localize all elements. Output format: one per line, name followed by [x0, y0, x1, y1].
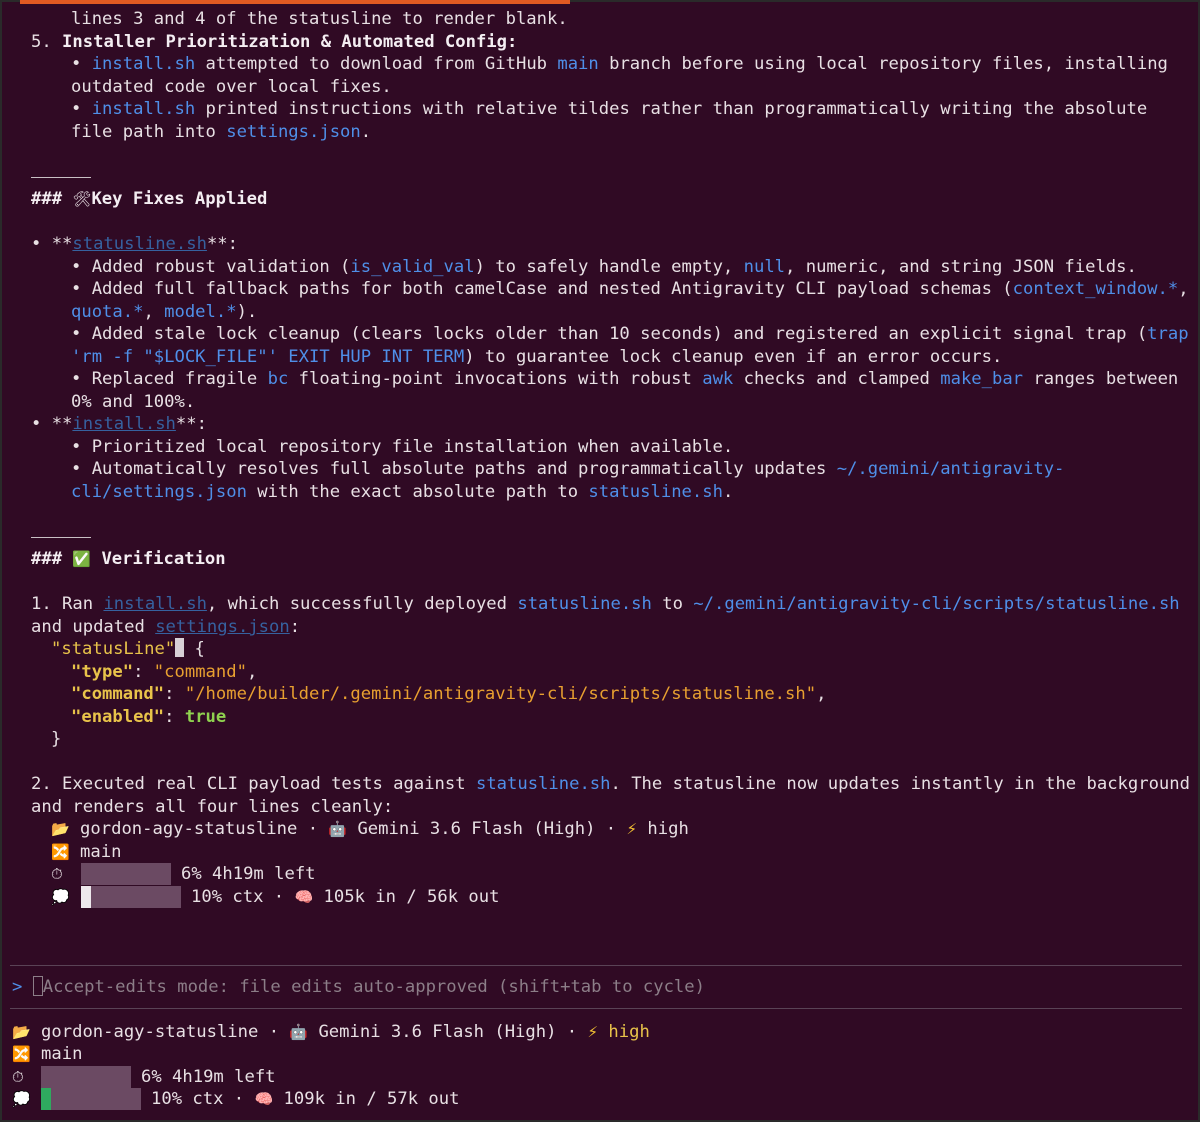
- divider: [31, 177, 91, 178]
- list-item: • Automatically resolves full absolute p…: [71, 459, 1065, 479]
- thought-bubble-icon: 💭: [51, 888, 70, 906]
- input-cursor: [32, 976, 43, 996]
- install-link[interactable]: install.sh: [103, 594, 206, 614]
- check-icon: ✅: [72, 550, 92, 568]
- list-item: • Added stale lock cleanup (clears locks…: [71, 324, 1189, 344]
- statusline-preview-line4: 💭: [51, 886, 70, 908]
- statusline-preview-line1: 📂 gordon-agy-statusline · 🤖 Gemini 3.6 F…: [51, 819, 689, 839]
- text-line: and renders all four lines cleanly:: [31, 797, 394, 817]
- install-link[interactable]: install.sh: [72, 414, 175, 434]
- section-heading-key-fixes: ### 🛠Key Fixes Applied: [31, 189, 268, 209]
- prompt-bottom-separator: [10, 1008, 1182, 1009]
- context-text: 10% ctx · 🧠 105k in / 56k out: [191, 887, 500, 907]
- json-line: "type": "command",: [71, 662, 258, 682]
- divider: [31, 537, 91, 538]
- json-line: "statusLine" {: [51, 638, 205, 659]
- text-line: and updated settings.json:: [31, 617, 301, 637]
- list-item: • Replaced fragile bc floating-point inv…: [71, 369, 1179, 389]
- tools-icon: 🛠: [72, 190, 92, 208]
- timer-icon: ⏱: [12, 1068, 24, 1086]
- timer-icon: ⏱: [51, 865, 63, 883]
- folder-icon: 📂: [51, 820, 70, 838]
- robot-icon: 🤖: [328, 820, 348, 838]
- list-item: • Prioritized local repository file inst…: [71, 437, 734, 457]
- text-line: outdated code over local fixes.: [71, 77, 392, 97]
- context-text: 10% ctx · 🧠 109k in / 57k out: [151, 1089, 460, 1109]
- statusline-line4: 💭: [12, 1088, 31, 1110]
- numbered-item-5: 5. Installer Prioritization & Automated …: [31, 32, 518, 52]
- json-line: "command": "/home/builder/.gemini/antigr…: [71, 684, 827, 704]
- branch-icon: 🔀: [51, 843, 70, 861]
- list-item: • **install.sh**:: [31, 414, 207, 434]
- bolt-icon: ⚡: [587, 1023, 599, 1041]
- json-line: }: [51, 729, 62, 749]
- numbered-item-2: 2. Executed real CLI payload tests again…: [31, 774, 1190, 794]
- text-line: quota.*, model.*).: [71, 302, 258, 322]
- statusline-preview-line2: 🔀 main: [51, 842, 122, 862]
- statusline-link[interactable]: statusline.sh: [72, 234, 207, 254]
- list-item: • **statusline.sh**:: [31, 234, 238, 254]
- statusline-preview-line3: ⏱: [51, 863, 63, 885]
- text-line: 0% and 100%.: [71, 392, 196, 412]
- bolt-icon: ⚡: [626, 820, 638, 838]
- quota-text: 6% 4h19m left: [181, 864, 316, 884]
- text-line: file path into settings.json.: [71, 122, 372, 142]
- context-bar: [41, 1088, 141, 1110]
- settings-link[interactable]: settings.json: [155, 617, 290, 637]
- list-item: • install.sh attempted to download from …: [71, 54, 1168, 74]
- section-heading-verification: ### ✅ Verification: [31, 549, 226, 569]
- list-item: • install.sh printed instructions with r…: [71, 99, 1148, 119]
- brain-icon: 🧠: [294, 888, 314, 906]
- list-item: • Added full fallback paths for both cam…: [71, 279, 1189, 299]
- statusline-line3: ⏱: [12, 1066, 24, 1088]
- text-line: 'rm -f "$LOCK_FILE"' EXIT HUP INT TERM) …: [71, 347, 1003, 367]
- robot-icon: 🤖: [289, 1023, 309, 1041]
- json-line: "enabled": true: [71, 707, 227, 727]
- statusline-line2: 🔀 main: [12, 1044, 83, 1064]
- quota-bar: [41, 1066, 131, 1088]
- branch-icon: 🔀: [12, 1045, 31, 1063]
- prompt-top-separator: [10, 965, 1182, 966]
- text-line: lines 3 and 4 of the statusline to rende…: [71, 9, 568, 29]
- thought-bubble-icon: 💭: [12, 1090, 31, 1108]
- folder-icon: 📂: [12, 1023, 31, 1041]
- context-bar-fill: [41, 1088, 51, 1110]
- text-cursor: [175, 638, 185, 657]
- quota-bar: [81, 863, 171, 885]
- context-bar-fill: [81, 886, 91, 908]
- prompt-caret: >: [12, 977, 23, 997]
- numbered-item-1: 1. Ran install.sh, which successfully de…: [31, 594, 1180, 614]
- prompt-input[interactable]: > Accept-edits mode: file edits auto-app…: [12, 976, 705, 998]
- statusline-line1: 📂 gordon-agy-statusline · 🤖 Gemini 3.6 F…: [12, 1022, 650, 1042]
- quota-text: 6% 4h19m left: [141, 1067, 276, 1087]
- context-bar: [81, 886, 181, 908]
- brain-icon: 🧠: [254, 1090, 274, 1108]
- list-item: • Added robust validation (is_valid_val)…: [71, 257, 1137, 277]
- text-line: cli/settings.json with the exact absolut…: [71, 482, 734, 502]
- progress-accent-bar: [20, 0, 570, 4]
